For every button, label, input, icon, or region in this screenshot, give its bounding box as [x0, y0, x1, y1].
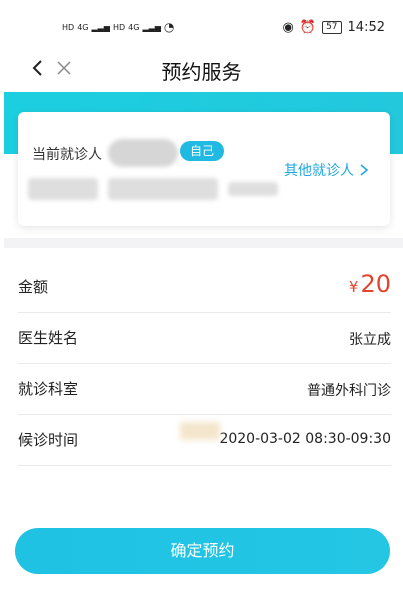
- current-patient-label: 当前就诊人: [32, 147, 102, 163]
- patient-name-redacted: [108, 139, 178, 167]
- patient-id-redacted-2: [108, 178, 218, 200]
- hd-label: HD: [62, 22, 75, 32]
- wait-time-value: 2020-03-02 08:30-09:30: [219, 431, 391, 447]
- doctor-label: 医生姓名: [18, 329, 79, 347]
- amount-label: 金额: [18, 278, 49, 296]
- amount-number: 20: [360, 270, 391, 298]
- detail-row-amount: 金额 ¥20: [18, 262, 391, 313]
- page-title: 预约服务: [161, 60, 242, 84]
- redacted-mark: [180, 422, 220, 440]
- network-label-2: 4G: [128, 22, 140, 32]
- signal-icon-2: ▂▃▅: [142, 22, 161, 32]
- confirm-appointment-button[interactable]: 确定预约: [15, 528, 390, 574]
- wifi-icon: ◔: [163, 20, 175, 34]
- status-left: HD 4G ▂▃▅ HD 4G ▂▃▅ ◔: [62, 20, 174, 34]
- amount-value: ¥20: [349, 270, 391, 298]
- self-badge: 自己: [180, 141, 225, 161]
- status-right: ◉ ⏰ 57 14:52: [283, 20, 385, 35]
- eye-icon: ◉: [282, 20, 294, 35]
- hd-label-2: HD: [112, 22, 126, 32]
- department-value: 普通外科门诊: [307, 383, 391, 399]
- signal-icon: ▂▃▅: [91, 22, 110, 32]
- section-divider: [4, 238, 403, 248]
- chevron-right-icon: [360, 164, 369, 176]
- other-patient-label: 其他就诊人: [284, 163, 354, 179]
- detail-row-doctor: 医生姓名 张立成: [18, 313, 391, 364]
- wait-time-label: 候诊时间: [18, 431, 79, 449]
- network-label: 4G: [77, 22, 89, 32]
- patient-id-redacted: [28, 178, 98, 200]
- department-label: 就诊科室: [18, 380, 79, 398]
- status-bar: HD 4G ▂▃▅ HD 4G ▂▃▅ ◔ ◉ ⏰ 57 14:52: [0, 0, 403, 44]
- detail-row-department: 就诊科室 普通外科门诊: [18, 364, 391, 415]
- patient-card: 当前就诊人 自己 其他就诊人: [18, 112, 390, 226]
- patient-id-redacted-3: [228, 182, 278, 196]
- nav-bar: 预约服务: [0, 48, 403, 92]
- status-time: 14:52: [347, 20, 385, 35]
- alarm-icon: ⏰: [299, 20, 317, 35]
- currency-symbol: ¥: [348, 278, 359, 296]
- doctor-value: 张立成: [349, 332, 391, 348]
- battery-icon: 57: [322, 21, 342, 34]
- other-patient-link[interactable]: 其他就诊人: [284, 160, 370, 180]
